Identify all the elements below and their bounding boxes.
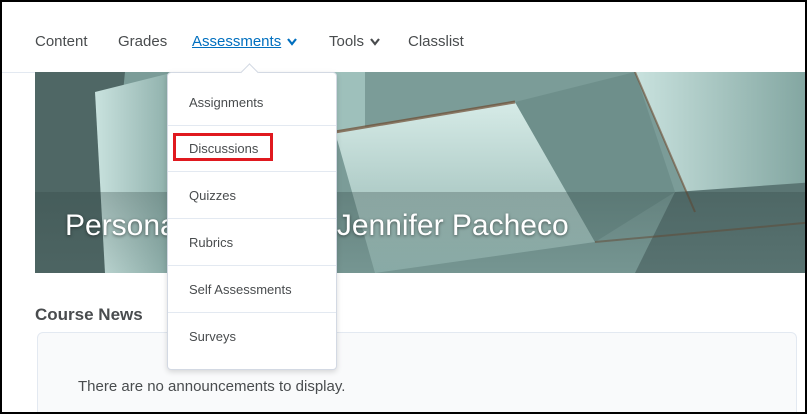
chevron-down-icon [287, 38, 298, 46]
assessments-dropdown-menu: Assignments Discussions Quizzes Rubrics … [167, 72, 337, 370]
menu-item-rubrics[interactable]: Rubrics [168, 219, 336, 266]
nav-assessments[interactable]: Assessments [192, 33, 298, 50]
menu-item-assignments[interactable]: Assignments [168, 79, 336, 126]
menu-item-label: Discussions [189, 141, 259, 156]
menu-item-label: Self Assessments [189, 282, 292, 297]
menu-item-label: Rubrics [189, 235, 234, 250]
nav-grades[interactable]: Grades [118, 33, 167, 50]
menu-item-quizzes[interactable]: Quizzes [168, 172, 336, 219]
nav-content[interactable]: Content [35, 33, 88, 50]
course-banner: Personal Sandbox - Jennifer Pacheco [35, 72, 805, 273]
menu-item-self-assessments[interactable]: Self Assessments [168, 266, 336, 313]
menu-item-label: Assignments [189, 95, 264, 110]
menu-item-discussions[interactable]: Discussions [168, 125, 336, 172]
menu-item-label: Surveys [189, 329, 236, 344]
course-news-panel: There are no announcements to display. [37, 332, 797, 412]
nav-classlist[interactable]: Classlist [408, 33, 464, 50]
page-frame: Content Grades Assessments Tools Classli… [0, 0, 807, 414]
course-news-heading: Course News [35, 305, 143, 324]
nav-tools[interactable]: Tools [329, 33, 381, 50]
menu-item-surveys[interactable]: Surveys [168, 313, 336, 359]
no-announcements-message: There are no announcements to display. [78, 378, 346, 395]
nav-assessments-label: Assessments [192, 33, 282, 50]
menu-item-label: Quizzes [189, 188, 236, 203]
nav-tools-label: Tools [329, 33, 365, 50]
course-navbar: Content Grades Assessments Tools Classli… [2, 2, 805, 73]
chevron-down-icon [370, 38, 380, 46]
